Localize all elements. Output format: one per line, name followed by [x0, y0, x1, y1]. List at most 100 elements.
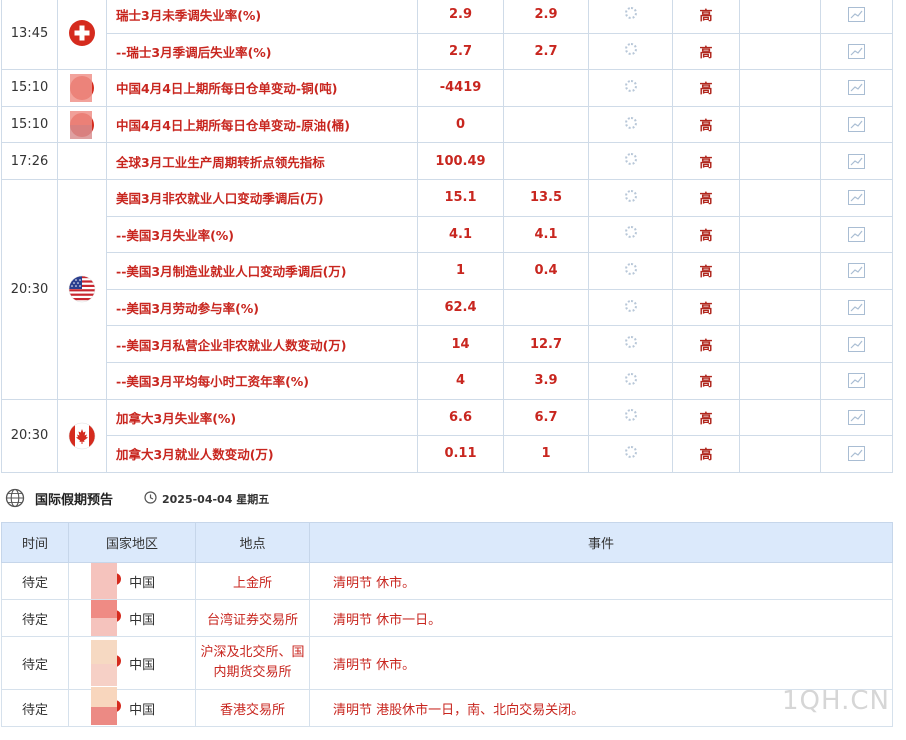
blank-cell — [739, 435, 821, 473]
column-header-country: 国家地区 — [68, 522, 196, 563]
indicator-name[interactable]: --美国3月制造业就业人口变动季调后(万) — [106, 252, 418, 290]
holiday-section-title: 国际假期预告 — [35, 493, 114, 508]
previous-value: 15.1 — [417, 178, 504, 217]
clock-icon — [144, 491, 157, 508]
event-row: --美国3月失业率(%) 4.1 4.1 高 — [2, 215, 893, 254]
blank-cell — [739, 361, 821, 400]
indicator-name[interactable]: --美国3月平均每小时工资年率(%) — [106, 361, 418, 400]
event-time: 20:30 — [1, 398, 58, 473]
actual-loading-icon — [588, 178, 673, 217]
economic-calendar-table: 13:45 瑞士3月未季调失业率(%) 2.9 2.9 高 --瑞士3月季调后失… — [1, 0, 893, 473]
indicator-name[interactable]: --美国3月私营企业非农就业人数变动(万) — [106, 325, 418, 363]
chart-icon[interactable] — [820, 142, 893, 180]
blank-cell — [739, 288, 821, 327]
forecast-value: 2.9 — [503, 0, 589, 34]
actual-loading-icon — [588, 69, 673, 107]
holiday-event: 清明节 休市一日。 — [309, 599, 893, 637]
holiday-time: 待定 — [1, 562, 69, 600]
event-time: 17:26 — [1, 142, 58, 180]
event-row: 20:30 美国3月非农就业人口变动季调后(万) 15.1 13.5 高 — [1, 178, 893, 400]
event-row: 加拿大3月就业人数变动(万) 0.11 1 高 — [2, 435, 893, 473]
blank-cell — [739, 252, 821, 290]
indicator-name[interactable]: 中国4月4日上期所每日仓单变动-铜(吨) — [106, 69, 418, 107]
indicator-name[interactable]: 加拿大3月失业率(%) — [106, 398, 418, 437]
indicator-name[interactable]: 加拿大3月就业人数变动(万) — [106, 435, 418, 473]
holiday-date: 2025-04-04 星期五 — [162, 493, 270, 506]
chart-icon[interactable] — [820, 325, 893, 363]
holiday-place[interactable]: 台湾证券交易所 — [195, 599, 310, 637]
forecast-value: 1 — [503, 435, 589, 473]
event-time: 20:30 — [1, 178, 58, 400]
chart-icon[interactable] — [820, 398, 893, 437]
previous-value: 6.6 — [417, 398, 504, 437]
importance-label: 高 — [672, 32, 740, 71]
chart-icon[interactable] — [820, 178, 893, 217]
previous-value: 62.4 — [417, 288, 504, 327]
chart-icon[interactable] — [820, 105, 893, 144]
holiday-section-header: 国际假期预告 2025-04-04 星期五 — [0, 486, 906, 510]
event-row: --美国3月私营企业非农就业人数变动(万) 14 12.7 高 — [2, 325, 893, 363]
holiday-time: 待定 — [1, 636, 69, 690]
previous-value: 0.11 — [417, 435, 504, 473]
previous-value: -4419 — [417, 69, 504, 107]
china-flag-icon — [57, 69, 107, 107]
indicator-name[interactable]: --瑞士3月季调后失业率(%) — [106, 32, 418, 71]
china-flag-icon — [91, 563, 121, 599]
indicator-name[interactable]: 美国3月非农就业人口变动季调后(万) — [106, 178, 418, 217]
blank-cell — [739, 215, 821, 254]
previous-value: 2.7 — [417, 32, 504, 71]
event-row: --美国3月劳动参与率(%) 62.4 高 — [2, 288, 893, 327]
holiday-place[interactable]: 香港交易所 — [195, 689, 310, 727]
importance-label: 高 — [672, 178, 740, 217]
blank-cell — [739, 0, 821, 34]
previous-value: 14 — [417, 325, 504, 363]
usa-flag-icon — [57, 178, 107, 400]
previous-value: 1 — [417, 252, 504, 290]
indicator-name[interactable]: 全球3月工业生产周期转折点领先指标 — [106, 142, 418, 180]
indicator-name[interactable]: 中国4月4日上期所每日仓单变动-原油(桶) — [106, 105, 418, 144]
importance-label: 高 — [672, 0, 740, 34]
holiday-country: 中国 — [129, 657, 156, 673]
forecast-value: 6.7 — [503, 398, 589, 437]
holiday-place[interactable]: 上金所 — [195, 562, 310, 600]
holiday-country-cell: 中国 — [68, 599, 196, 637]
forecast-value — [503, 288, 589, 327]
holiday-place[interactable]: 沪深及北交所、国内期货交易所 — [195, 636, 310, 690]
chart-icon[interactable] — [820, 435, 893, 473]
holiday-country-cell: 中国 — [68, 636, 196, 690]
column-header-time: 时间 — [1, 522, 69, 563]
forecast-value — [503, 142, 589, 180]
event-time: 15:10 — [1, 69, 58, 107]
chart-icon[interactable] — [820, 361, 893, 400]
previous-value: 2.9 — [417, 0, 504, 34]
actual-loading-icon — [588, 361, 673, 400]
holiday-time: 待定 — [1, 599, 69, 637]
importance-label: 高 — [672, 105, 740, 144]
importance-label: 高 — [672, 398, 740, 437]
chart-icon[interactable] — [820, 69, 893, 107]
chart-icon[interactable] — [820, 215, 893, 254]
chart-icon[interactable] — [820, 32, 893, 71]
blank-cell — [739, 325, 821, 363]
chart-icon[interactable] — [820, 288, 893, 327]
switzerland-flag-icon — [57, 0, 107, 71]
holiday-country: 中国 — [129, 612, 156, 628]
event-row: 15:10 中国4月4日上期所每日仓单变动-铜(吨) -4419 高 — [1, 69, 893, 107]
forecast-value — [503, 105, 589, 144]
chart-icon[interactable] — [820, 0, 893, 34]
column-header-place: 地点 — [195, 522, 310, 563]
event-time: 15:10 — [1, 105, 58, 144]
blank-cell — [739, 32, 821, 71]
indicator-name[interactable]: --美国3月劳动参与率(%) — [106, 288, 418, 327]
forecast-value: 2.7 — [503, 32, 589, 71]
china-flag-icon — [91, 640, 121, 686]
holiday-table: 时间 国家地区 地点 事件 待定 中国 上金所 清明节 休市。 待定 中国 台湾… — [1, 522, 893, 727]
indicator-name[interactable]: --美国3月失业率(%) — [106, 215, 418, 254]
forecast-value: 12.7 — [503, 325, 589, 363]
event-row: --瑞士3月季调后失业率(%) 2.7 2.7 高 — [2, 32, 893, 71]
indicator-name[interactable]: 瑞士3月未季调失业率(%) — [106, 0, 418, 34]
chart-icon[interactable] — [820, 252, 893, 290]
forecast-value: 0.4 — [503, 252, 589, 290]
previous-value: 100.49 — [417, 142, 504, 180]
blank-cell — [739, 142, 821, 180]
